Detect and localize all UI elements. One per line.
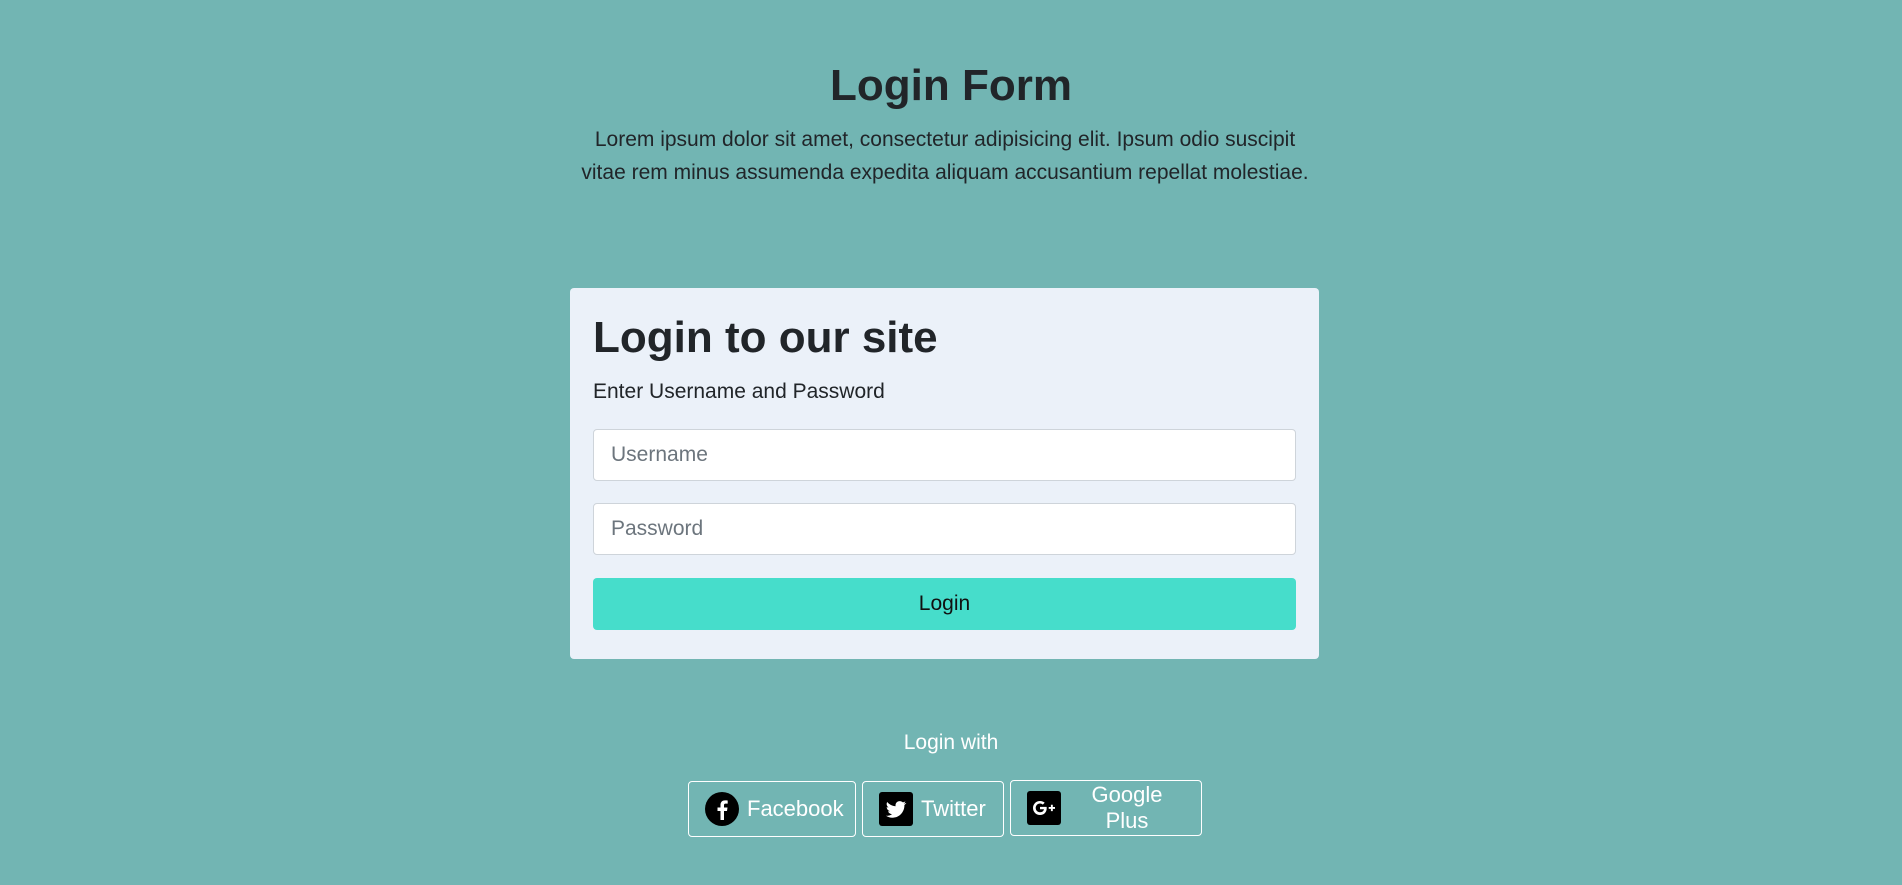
page-title: Login Form [830,61,1072,110]
login-button[interactable]: Login [593,578,1296,630]
login-with-label: Login with [903,731,999,754]
login-card: Login to our site Enter Username and Pas… [570,288,1319,659]
intro-text: Lorem ipsum dolor sit amet, consectetur … [581,128,1309,184]
facebook-label: Facebook [747,796,844,821]
card-title: Login to our site [593,313,938,362]
google-plus-login-button[interactable]: Google Plus [1010,780,1202,836]
twitter-icon [879,792,913,826]
facebook-login-button[interactable]: Facebook [688,781,856,837]
facebook-icon [705,792,739,826]
twitter-label: Twitter [921,796,986,821]
google-plus-label: Google Plus [1091,782,1163,833]
username-input[interactable] [593,429,1296,481]
card-subtitle: Enter Username and Password [593,380,885,403]
twitter-login-button[interactable]: Twitter [862,781,1004,837]
password-input[interactable] [593,503,1296,555]
google-plus-icon [1027,791,1061,825]
